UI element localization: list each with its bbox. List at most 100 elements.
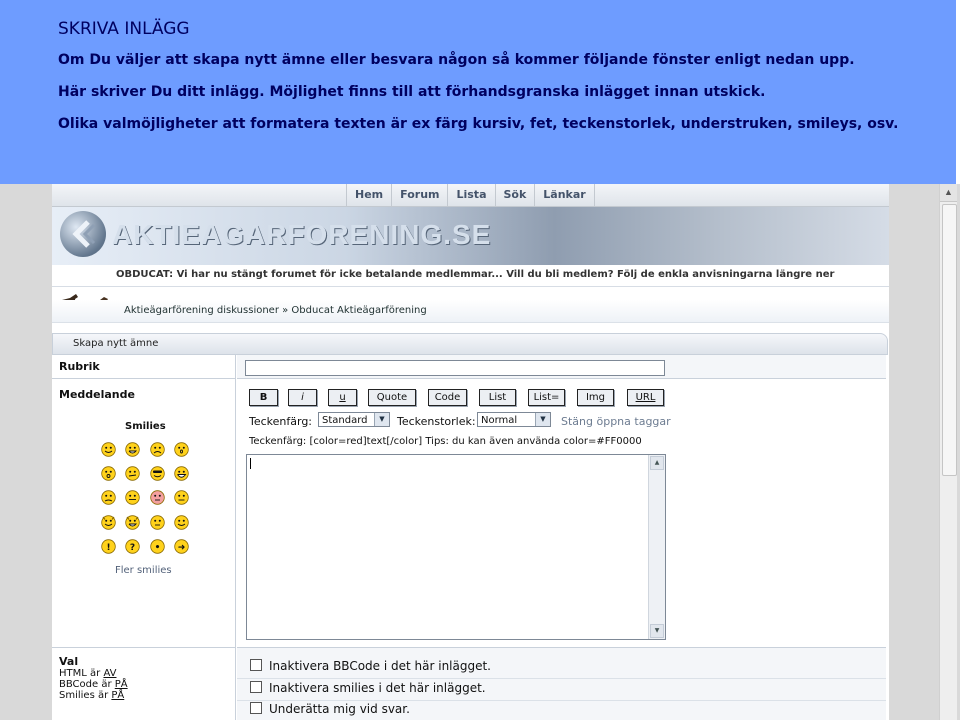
more-smilies-link[interactable]: Fler smilies bbox=[115, 565, 172, 576]
bbcode-status-link[interactable]: PÅ bbox=[115, 679, 128, 690]
scroll-up-icon[interactable]: ▲ bbox=[650, 456, 664, 470]
chevron-down-icon[interactable]: ▼ bbox=[374, 413, 389, 426]
smiley-surprised-icon[interactable] bbox=[174, 442, 189, 457]
bbcode-status: BBCode är PÅ bbox=[59, 679, 128, 690]
smiley-wink-icon[interactable] bbox=[174, 515, 189, 530]
bbcode-status-label: BBCode är bbox=[59, 679, 115, 690]
instruction-line-2: Här skriver Du ditt inlägg. Möjlighet fi… bbox=[58, 84, 766, 100]
option-label: Underätta mig vid svar. bbox=[269, 702, 410, 716]
italic-button[interactable]: i bbox=[288, 389, 317, 406]
rubrik-input[interactable] bbox=[245, 360, 665, 376]
instruction-header: SKRIVA INLÄGG Om Du väljer att skapa nyt… bbox=[0, 0, 956, 184]
html-status-label: HTML är bbox=[59, 668, 104, 679]
val-title: Val bbox=[59, 655, 79, 668]
font-color-label: Teckenfärg: bbox=[249, 415, 313, 428]
nav-hem[interactable]: Hem bbox=[346, 184, 393, 206]
option-disable-bbcode[interactable]: Inaktivera BBCode i det här inlägget. bbox=[250, 659, 491, 673]
announcement-ticker: OBDUCAT: Vi har nu stängt forumet för ic… bbox=[52, 265, 889, 287]
html-status-link[interactable]: AV bbox=[103, 668, 116, 679]
instruction-line-1: Om Du väljer att skapa nytt ämne eller b… bbox=[58, 52, 855, 68]
html-status: HTML är AV bbox=[59, 668, 116, 679]
quote-button[interactable]: Quote bbox=[368, 389, 416, 406]
smiley-confused-icon[interactable] bbox=[125, 466, 140, 481]
code-button[interactable]: Code bbox=[428, 389, 467, 406]
rubrik-label-cell: Rubrik bbox=[52, 355, 236, 379]
smiley-red-icon[interactable] bbox=[150, 490, 165, 505]
smilies-status-link[interactable]: PÅ bbox=[111, 690, 124, 701]
checkbox[interactable] bbox=[250, 681, 262, 693]
option-notify-reply[interactable]: Underätta mig vid svar. bbox=[250, 702, 410, 716]
rubrik-label: Rubrik bbox=[59, 360, 100, 373]
font-size-value: Normal bbox=[481, 415, 518, 426]
textarea-scrollbar[interactable]: ▲ ▼ bbox=[648, 455, 665, 639]
smiley-cool-icon[interactable] bbox=[150, 466, 165, 481]
font-size-select[interactable]: Normal ▼ bbox=[477, 412, 551, 427]
breadcrumb-bar: Aktieägarförening diskussioner » Obducat… bbox=[52, 300, 889, 323]
smiley-neutral-icon[interactable] bbox=[174, 490, 189, 505]
message-textarea[interactable]: ▲ ▼ bbox=[246, 454, 666, 640]
nav-sok[interactable]: Sök bbox=[496, 184, 536, 206]
underline-button[interactable]: u bbox=[328, 389, 357, 406]
section-title: Skapa nytt ämne bbox=[73, 338, 159, 349]
site-banner: AKTIEAGARFORENING.SE bbox=[52, 207, 889, 265]
section-header: Skapa nytt ämne bbox=[52, 333, 888, 355]
option-label: Inaktivera smilies i det här inlägget. bbox=[269, 681, 486, 695]
smilies-title: Smilies bbox=[125, 421, 166, 432]
smiley-grin-icon[interactable] bbox=[125, 442, 140, 457]
nav-lankar[interactable]: Länkar bbox=[535, 184, 595, 206]
ordered-list-button[interactable]: List= bbox=[528, 389, 565, 406]
smiley-arrow-icon[interactable]: ➜ bbox=[174, 539, 189, 554]
smiley-eek-icon[interactable] bbox=[101, 466, 116, 481]
divider bbox=[237, 678, 886, 679]
meddelande-label-cell: Meddelande bbox=[52, 379, 236, 648]
nav-forum[interactable]: Forum bbox=[392, 184, 449, 206]
smiley-sad-icon[interactable] bbox=[150, 442, 165, 457]
divider bbox=[237, 700, 886, 701]
checkbox[interactable] bbox=[250, 702, 262, 714]
window-scrollbar[interactable]: ▲ bbox=[939, 184, 957, 720]
browser-viewport: ▲ Hem Forum Lista Sök Länkar AKTIEAGARFO… bbox=[0, 184, 960, 720]
ticker-text: OBDUCAT: Vi har nu stängt forumet för ic… bbox=[116, 269, 835, 280]
option-disable-smilies[interactable]: Inaktivera smilies i det här inlägget. bbox=[250, 681, 486, 695]
list-button[interactable]: List bbox=[479, 389, 516, 406]
smiley-evil-icon[interactable] bbox=[101, 515, 116, 530]
scroll-up-icon[interactable]: ▲ bbox=[940, 184, 957, 202]
smilies-status-label: Smilies är bbox=[59, 690, 112, 701]
logo-text[interactable]: AKTIEAGARFORENING.SE bbox=[112, 219, 491, 251]
font-color-value: Standard bbox=[322, 415, 368, 426]
smiley-idea-icon[interactable]: • bbox=[150, 539, 165, 554]
instruction-title: SKRIVA INLÄGG bbox=[58, 19, 190, 39]
svg-text:•: • bbox=[155, 543, 161, 553]
font-size-label: Teckenstorlek: bbox=[397, 415, 476, 428]
svg-text:➜: ➜ bbox=[178, 543, 186, 553]
top-nav: Hem Forum Lista Sök Länkar bbox=[52, 184, 889, 207]
checkbox[interactable] bbox=[250, 659, 262, 671]
svg-text:!: ! bbox=[106, 543, 110, 553]
breadcrumb[interactable]: Aktieägarförening diskussioner » Obducat… bbox=[124, 305, 427, 316]
forum-page: Hem Forum Lista Sök Länkar AKTIEAGARFORE… bbox=[52, 184, 889, 720]
scroll-down-icon[interactable]: ▼ bbox=[650, 624, 664, 638]
smilies-status: Smilies är PÅ bbox=[59, 690, 124, 701]
help-text: Teckenfärg: [color=red]text[/color] Tips… bbox=[249, 436, 642, 447]
text-caret bbox=[250, 458, 251, 469]
smiley-exclaim-icon[interactable]: ! bbox=[101, 539, 116, 554]
close-tags-link[interactable]: Stäng öppna taggar bbox=[561, 415, 671, 428]
nav-lista[interactable]: Lista bbox=[448, 184, 496, 206]
meddelande-label: Meddelande bbox=[59, 388, 135, 401]
scroll-thumb[interactable] bbox=[942, 204, 957, 476]
smiley-mad-icon[interactable] bbox=[101, 490, 116, 505]
smiley-smile-icon[interactable] bbox=[101, 442, 116, 457]
smiley-razz-icon[interactable] bbox=[125, 490, 140, 505]
image-button[interactable]: Img bbox=[577, 389, 614, 406]
smiley-rolleyes-icon[interactable] bbox=[150, 515, 165, 530]
rubrik-field-cell bbox=[237, 355, 886, 379]
smiley-question-icon[interactable]: ? bbox=[125, 539, 140, 554]
smiley-twisted-icon[interactable] bbox=[125, 515, 140, 530]
url-button[interactable]: URL bbox=[627, 389, 664, 406]
bold-button[interactable]: B bbox=[249, 389, 278, 406]
chevron-down-icon[interactable]: ▼ bbox=[535, 413, 550, 426]
smiley-lol-icon[interactable] bbox=[174, 466, 189, 481]
option-label: Inaktivera BBCode i det här inlägget. bbox=[269, 659, 491, 673]
font-color-select[interactable]: Standard ▼ bbox=[318, 412, 390, 427]
logo-icon[interactable] bbox=[60, 211, 106, 257]
